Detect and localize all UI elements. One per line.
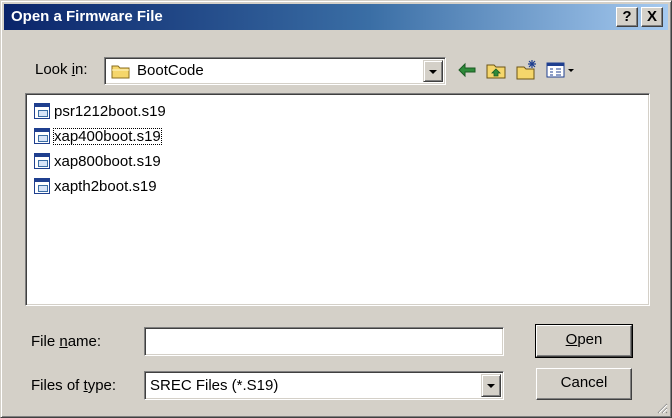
back-arrow-icon[interactable] — [456, 59, 478, 81]
close-button[interactable]: X — [641, 7, 663, 27]
list-item[interactable]: psr1212boot.s19 — [34, 101, 167, 121]
new-folder-icon[interactable] — [515, 59, 537, 81]
cancel-button[interactable]: Cancel — [536, 368, 632, 400]
up-folder-icon[interactable] — [485, 59, 507, 81]
help-button[interactable]: ? — [616, 7, 638, 27]
file-name-label: xapth2boot.s19 — [54, 177, 157, 195]
list-item[interactable]: xap400boot.s19 — [34, 126, 162, 146]
file-list[interactable]: psr1212boot.s19 xap400boot.s19 xap800boo… — [25, 93, 650, 306]
file-type-dropdown-button[interactable] — [481, 374, 501, 397]
file-type-combo[interactable]: SREC Files (*.S19) — [144, 371, 504, 400]
file-name-field[interactable] — [144, 327, 504, 356]
resize-grip-icon[interactable] — [656, 402, 668, 414]
file-name-label: psr1212boot.s19 — [54, 102, 166, 120]
file-icon — [34, 153, 50, 169]
open-button[interactable]: Open — [535, 324, 633, 358]
file-icon — [34, 103, 50, 119]
file-icon — [34, 128, 50, 144]
look-in-combo[interactable]: BootCode — [104, 57, 446, 85]
list-item[interactable]: xapth2boot.s19 — [34, 176, 158, 196]
dialog-title: Open a Firmware File — [11, 8, 163, 25]
look-in-label: Look in: — [35, 61, 88, 78]
file-name-label: xap800boot.s19 — [54, 152, 161, 170]
title-bar[interactable]: Open a Firmware File ? X — [4, 4, 668, 30]
folder-icon — [111, 65, 130, 79]
look-in-dropdown-button[interactable] — [423, 60, 443, 82]
look-in-value: BootCode — [137, 62, 204, 79]
list-item[interactable]: xap800boot.s19 — [34, 151, 162, 171]
file-icon — [34, 178, 50, 194]
view-menu-icon[interactable] — [545, 59, 577, 81]
file-type-label: Files of type: — [31, 377, 117, 394]
file-name-label: xap400boot.s19 — [53, 127, 162, 145]
open-firmware-dialog: Open a Firmware File ? X Look in: BootCo… — [0, 0, 672, 418]
file-name-label: File name: — [31, 333, 102, 350]
file-type-value: SREC Files (*.S19) — [150, 377, 279, 394]
